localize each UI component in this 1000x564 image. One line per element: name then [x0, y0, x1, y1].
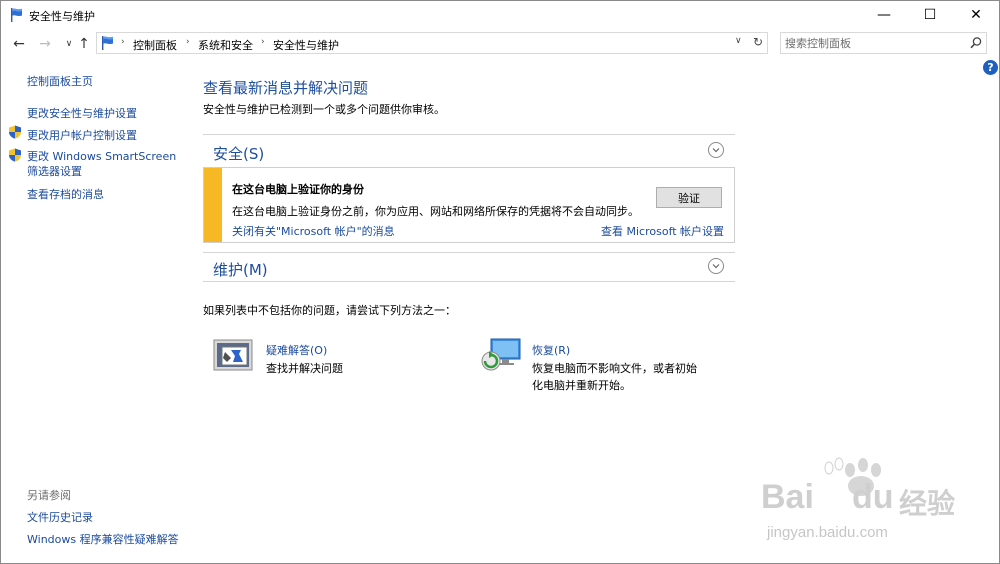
refresh-button[interactable]: ↻	[749, 33, 767, 51]
alert-severity-bar	[204, 168, 222, 242]
page-title: 查看最新消息并解决问题	[203, 79, 369, 97]
uac-shield-icon	[9, 125, 21, 139]
change-uac-settings-link[interactable]: 更改用户帐户控制设置	[27, 127, 137, 143]
dismiss-microsoft-account-message-link[interactable]: 关闭有关"Microsoft 帐户"的消息	[232, 223, 395, 239]
watermark-brand-du: du	[852, 478, 894, 516]
window-title: 安全性与维护	[29, 10, 95, 23]
view-microsoft-account-settings-link[interactable]: 查看 Microsoft 帐户设置	[601, 223, 724, 239]
file-history-link[interactable]: 文件历史记录	[27, 509, 93, 525]
security-section-header[interactable]: 安全(S)	[213, 143, 264, 164]
change-security-maintenance-settings-link[interactable]: 更改安全性与维护设置	[27, 105, 137, 121]
section-divider	[203, 281, 735, 282]
address-bar[interactable]: › 控制面板 › 系统和安全 › 安全性与维护	[96, 32, 768, 54]
section-divider	[203, 252, 735, 253]
chevron-up-icon[interactable]	[708, 142, 724, 158]
watermark-brand: Bai	[761, 478, 814, 516]
control-panel-home-link[interactable]: 控制面板主页	[27, 73, 93, 89]
section-divider	[203, 134, 735, 135]
search-box[interactable]	[780, 32, 987, 54]
search-input[interactable]	[785, 35, 965, 51]
verify-button[interactable]: 验证	[656, 187, 722, 208]
breadcrumb-system-security[interactable]: 系统和安全	[198, 37, 253, 53]
forward-button[interactable]: →	[36, 35, 54, 53]
close-button[interactable]: ✕	[953, 1, 999, 29]
breadcrumb-control-panel[interactable]: 控制面板	[133, 37, 177, 53]
see-also-heading: 另请参阅	[27, 489, 71, 502]
minimize-button[interactable]: —	[861, 1, 907, 29]
title-bar[interactable]: 安全性与维护 — ☐ ✕	[1, 1, 999, 29]
program-compatibility-troubleshooter-link[interactable]: Windows 程序兼容性疑难解答	[27, 531, 179, 547]
troubleshooting-description: 查找并解决问题	[266, 362, 343, 375]
up-button[interactable]: ↑	[75, 35, 93, 53]
troubleshooting-link[interactable]: 疑难解答(O)	[266, 342, 327, 358]
view-archived-messages-link[interactable]: 查看存档的消息	[27, 186, 104, 202]
page-subtitle: 安全性与维护已检测到一个或多个问题供你审核。	[203, 103, 445, 116]
breadcrumb-separator[interactable]: ›	[261, 37, 265, 47]
flag-icon	[11, 8, 22, 22]
breadcrumb-security-maintenance[interactable]: 安全性与维护	[273, 37, 339, 53]
change-smartscreen-settings-link[interactable]: 更改 Windows SmartScreen 筛选器设置	[27, 149, 187, 179]
alert-title: 在这台电脑上验证你的身份	[232, 183, 364, 196]
address-dropdown-button[interactable]: ∨	[735, 36, 742, 46]
identity-verification-alert: 在这台电脑上验证你的身份 在这台电脑上验证身份之前，你为应用、网站和网络所保存的…	[203, 167, 735, 243]
watermark-url: jingyan.baidu.com	[767, 524, 888, 541]
recovery-description: 恢复电脑而不影响文件，或者初始化电脑并重新开始。	[532, 362, 697, 392]
troubleshooting-icon[interactable]	[213, 338, 255, 374]
breadcrumb-separator[interactable]: ›	[186, 37, 190, 47]
breadcrumb-separator[interactable]: ›	[121, 37, 125, 47]
uac-shield-icon	[9, 148, 21, 162]
recovery-link[interactable]: 恢复(R)	[532, 342, 570, 358]
maintenance-section-header[interactable]: 维护(M)	[213, 259, 268, 280]
alert-description: 在这台电脑上验证身份之前，你为应用、网站和网络所保存的凭据将不会自动同步。	[232, 205, 639, 218]
left-navigation-pane: 控制面板主页 更改安全性与维护设置 更改用户帐户控制设置 更改 Windows …	[1, 59, 191, 559]
maximize-button[interactable]: ☐	[907, 1, 953, 29]
search-icon[interactable]	[969, 36, 983, 50]
flag-icon	[102, 36, 113, 50]
help-icon[interactable]: ?	[983, 60, 998, 75]
baidu-jingyan-watermark: Bai du 经验 jingyan.baidu.com	[757, 456, 977, 546]
back-button[interactable]: ←	[10, 35, 28, 53]
control-panel-window: 安全性与维护 — ☐ ✕ ← → ∨ ↑ › 控制面板 › 系统和安全 › 安全…	[0, 0, 1000, 564]
try-alternatives-text: 如果列表中不包括你的问题，请尝试下列方法之一：	[203, 304, 456, 317]
recovery-icon[interactable]	[480, 337, 522, 373]
chevron-down-icon[interactable]	[708, 258, 724, 274]
watermark-cn: 经验	[899, 487, 956, 520]
